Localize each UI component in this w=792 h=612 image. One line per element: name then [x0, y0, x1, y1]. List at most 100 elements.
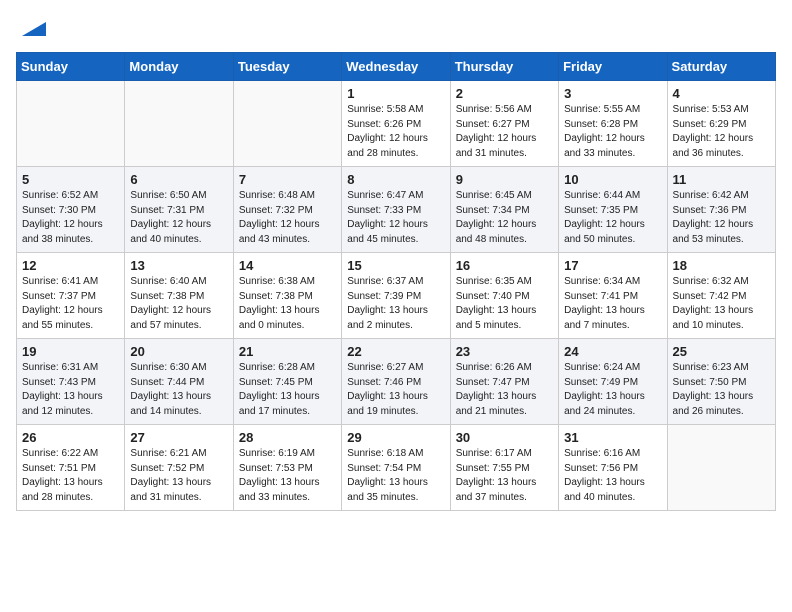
- calendar-cell: 7Sunrise: 6:48 AM Sunset: 7:32 PM Daylig…: [233, 167, 341, 253]
- day-info: Sunrise: 6:26 AM Sunset: 7:47 PM Dayligh…: [456, 361, 553, 419]
- calendar-cell: 10 Sunrise: 6:44 AM Sunset: 7:35 PM Dayli…: [559, 167, 667, 253]
- day-number: 28: [239, 430, 336, 445]
- calendar-cell: 17Sunrise: 6:34 AM Sunset: 7:41 PM Dayli…: [559, 253, 667, 339]
- calendar-cell: 11 Sunrise: 6:42 AM Sunset: 7:36 PM Dayli…: [667, 167, 775, 253]
- day-header-friday: Friday: [559, 53, 667, 81]
- calendar-cell: 26 Sunrise: 6:22 AM Sunset: 7:51 PM Dayli…: [17, 425, 125, 511]
- calendar-cell: [17, 81, 125, 167]
- calendar-cell: 18 Sunrise: 6:32 AM Sunset: 7:42 PM Dayli…: [667, 253, 775, 339]
- calendar-week-row: 5 Sunrise: 6:52 AM Sunset: 7:30 PM Daylig…: [17, 167, 776, 253]
- day-number: 14: [239, 258, 336, 273]
- day-number: 31: [564, 430, 661, 445]
- day-number: 21: [239, 344, 336, 359]
- day-info: Sunrise: 6:41 AM Sunset: 7:37 PM Dayligh…: [22, 275, 119, 333]
- day-number: 11: [673, 172, 770, 187]
- day-number: 30: [456, 430, 553, 445]
- day-info: Sunrise: 6:42 AM Sunset: 7:36 PM Dayligh…: [673, 189, 770, 247]
- day-number: 6: [130, 172, 227, 187]
- day-info: Sunrise: 5:53 AM Sunset: 6:29 PM Dayligh…: [673, 103, 770, 161]
- calendar-week-row: 19 Sunrise: 6:31 AM Sunset: 7:43 PM Dayli…: [17, 339, 776, 425]
- calendar-cell: 16Sunrise: 6:35 AM Sunset: 7:40 PM Dayli…: [450, 253, 558, 339]
- calendar-cell: 22 Sunrise: 6:27 AM Sunset: 7:46 PM Dayli…: [342, 339, 450, 425]
- day-number: 20: [130, 344, 227, 359]
- calendar-week-row: 12Sunrise: 6:41 AM Sunset: 7:37 PM Dayli…: [17, 253, 776, 339]
- day-info: Sunrise: 6:45 AM Sunset: 7:34 PM Dayligh…: [456, 189, 553, 247]
- day-number: 5: [22, 172, 119, 187]
- day-header-monday: Monday: [125, 53, 233, 81]
- calendar-cell: 4 Sunrise: 5:53 AM Sunset: 6:29 PM Daylig…: [667, 81, 775, 167]
- day-number: 27: [130, 430, 227, 445]
- calendar-cell: 6 Sunrise: 6:50 AM Sunset: 7:31 PM Daylig…: [125, 167, 233, 253]
- logo-arrow-icon: [18, 18, 46, 40]
- day-info: Sunrise: 6:27 AM Sunset: 7:46 PM Dayligh…: [347, 361, 444, 419]
- day-number: 25: [673, 344, 770, 359]
- day-number: 10: [564, 172, 661, 187]
- calendar-cell: 2 Sunrise: 5:56 AM Sunset: 6:27 PM Daylig…: [450, 81, 558, 167]
- day-number: 4: [673, 86, 770, 101]
- day-info: Sunrise: 6:30 AM Sunset: 7:44 PM Dayligh…: [130, 361, 227, 419]
- day-number: 18: [673, 258, 770, 273]
- day-header-sunday: Sunday: [17, 53, 125, 81]
- calendar-cell: 31 Sunrise: 6:16 AM Sunset: 7:56 PM Dayli…: [559, 425, 667, 511]
- day-info: Sunrise: 6:47 AM Sunset: 7:33 PM Dayligh…: [347, 189, 444, 247]
- day-info: Sunrise: 5:55 AM Sunset: 6:28 PM Dayligh…: [564, 103, 661, 161]
- calendar-cell: 8 Sunrise: 6:47 AM Sunset: 7:33 PM Daylig…: [342, 167, 450, 253]
- day-info: Sunrise: 6:37 AM Sunset: 7:39 PM Dayligh…: [347, 275, 444, 333]
- day-info: Sunrise: 6:44 AM Sunset: 7:35 PM Dayligh…: [564, 189, 661, 247]
- calendar-cell: 9 Sunrise: 6:45 AM Sunset: 7:34 PM Daylig…: [450, 167, 558, 253]
- calendar-week-row: 1 Sunrise: 5:58 AM Sunset: 6:26 PM Daylig…: [17, 81, 776, 167]
- calendar-cell: 14Sunrise: 6:38 AM Sunset: 7:38 PM Dayli…: [233, 253, 341, 339]
- day-number: 1: [347, 86, 444, 101]
- day-info: Sunrise: 6:19 AM Sunset: 7:53 PM Dayligh…: [239, 447, 336, 505]
- calendar-cell: 28 Sunrise: 6:19 AM Sunset: 7:53 PM Dayli…: [233, 425, 341, 511]
- day-number: 8: [347, 172, 444, 187]
- calendar-cell: 3Sunrise: 5:55 AM Sunset: 6:28 PM Daylig…: [559, 81, 667, 167]
- day-info: Sunrise: 5:58 AM Sunset: 6:26 PM Dayligh…: [347, 103, 444, 161]
- calendar-cell: 5 Sunrise: 6:52 AM Sunset: 7:30 PM Daylig…: [17, 167, 125, 253]
- day-number: 23: [456, 344, 553, 359]
- day-info: Sunrise: 6:16 AM Sunset: 7:56 PM Dayligh…: [564, 447, 661, 505]
- calendar-cell: 25 Sunrise: 6:23 AM Sunset: 7:50 PM Dayli…: [667, 339, 775, 425]
- day-number: 24: [564, 344, 661, 359]
- day-number: 22: [347, 344, 444, 359]
- calendar-cell: 23 Sunrise: 6:26 AM Sunset: 7:47 PM Dayli…: [450, 339, 558, 425]
- day-header-saturday: Saturday: [667, 53, 775, 81]
- calendar-cell: 20 Sunrise: 6:30 AM Sunset: 7:44 PM Dayli…: [125, 339, 233, 425]
- day-info: Sunrise: 5:56 AM Sunset: 6:27 PM Dayligh…: [456, 103, 553, 161]
- day-number: 9: [456, 172, 553, 187]
- day-info: Sunrise: 6:31 AM Sunset: 7:43 PM Dayligh…: [22, 361, 119, 419]
- day-info: Sunrise: 6:50 AM Sunset: 7:31 PM Dayligh…: [130, 189, 227, 247]
- calendar-cell: 1 Sunrise: 5:58 AM Sunset: 6:26 PM Daylig…: [342, 81, 450, 167]
- calendar-cell: 27Sunrise: 6:21 AM Sunset: 7:52 PM Dayli…: [125, 425, 233, 511]
- day-info: Sunrise: 6:40 AM Sunset: 7:38 PM Dayligh…: [130, 275, 227, 333]
- day-number: 26: [22, 430, 119, 445]
- day-info: Sunrise: 6:34 AM Sunset: 7:41 PM Dayligh…: [564, 275, 661, 333]
- day-number: 2: [456, 86, 553, 101]
- day-header-thursday: Thursday: [450, 53, 558, 81]
- day-number: 15: [347, 258, 444, 273]
- day-info: Sunrise: 6:35 AM Sunset: 7:40 PM Dayligh…: [456, 275, 553, 333]
- day-info: Sunrise: 6:52 AM Sunset: 7:30 PM Dayligh…: [22, 189, 119, 247]
- calendar-cell: [125, 81, 233, 167]
- day-info: Sunrise: 6:24 AM Sunset: 7:49 PM Dayligh…: [564, 361, 661, 419]
- day-number: 19: [22, 344, 119, 359]
- day-info: Sunrise: 6:23 AM Sunset: 7:50 PM Dayligh…: [673, 361, 770, 419]
- day-number: 13: [130, 258, 227, 273]
- day-info: Sunrise: 6:28 AM Sunset: 7:45 PM Dayligh…: [239, 361, 336, 419]
- calendar-cell: 21 Sunrise: 6:28 AM Sunset: 7:45 PM Dayli…: [233, 339, 341, 425]
- logo: [16, 16, 46, 40]
- day-number: 29: [347, 430, 444, 445]
- calendar-cell: 24 Sunrise: 6:24 AM Sunset: 7:49 PM Dayli…: [559, 339, 667, 425]
- page-header: [16, 16, 776, 40]
- day-info: Sunrise: 6:22 AM Sunset: 7:51 PM Dayligh…: [22, 447, 119, 505]
- day-info: Sunrise: 6:18 AM Sunset: 7:54 PM Dayligh…: [347, 447, 444, 505]
- day-info: Sunrise: 6:48 AM Sunset: 7:32 PM Dayligh…: [239, 189, 336, 247]
- calendar: SundayMondayTuesdayWednesdayThursdayFrid…: [16, 52, 776, 511]
- day-info: Sunrise: 6:32 AM Sunset: 7:42 PM Dayligh…: [673, 275, 770, 333]
- day-header-tuesday: Tuesday: [233, 53, 341, 81]
- calendar-cell: 12Sunrise: 6:41 AM Sunset: 7:37 PM Dayli…: [17, 253, 125, 339]
- calendar-cell: 30Sunrise: 6:17 AM Sunset: 7:55 PM Dayli…: [450, 425, 558, 511]
- calendar-cell: 29 Sunrise: 6:18 AM Sunset: 7:54 PM Dayli…: [342, 425, 450, 511]
- calendar-week-row: 26 Sunrise: 6:22 AM Sunset: 7:51 PM Dayli…: [17, 425, 776, 511]
- calendar-header-row: SundayMondayTuesdayWednesdayThursdayFrid…: [17, 53, 776, 81]
